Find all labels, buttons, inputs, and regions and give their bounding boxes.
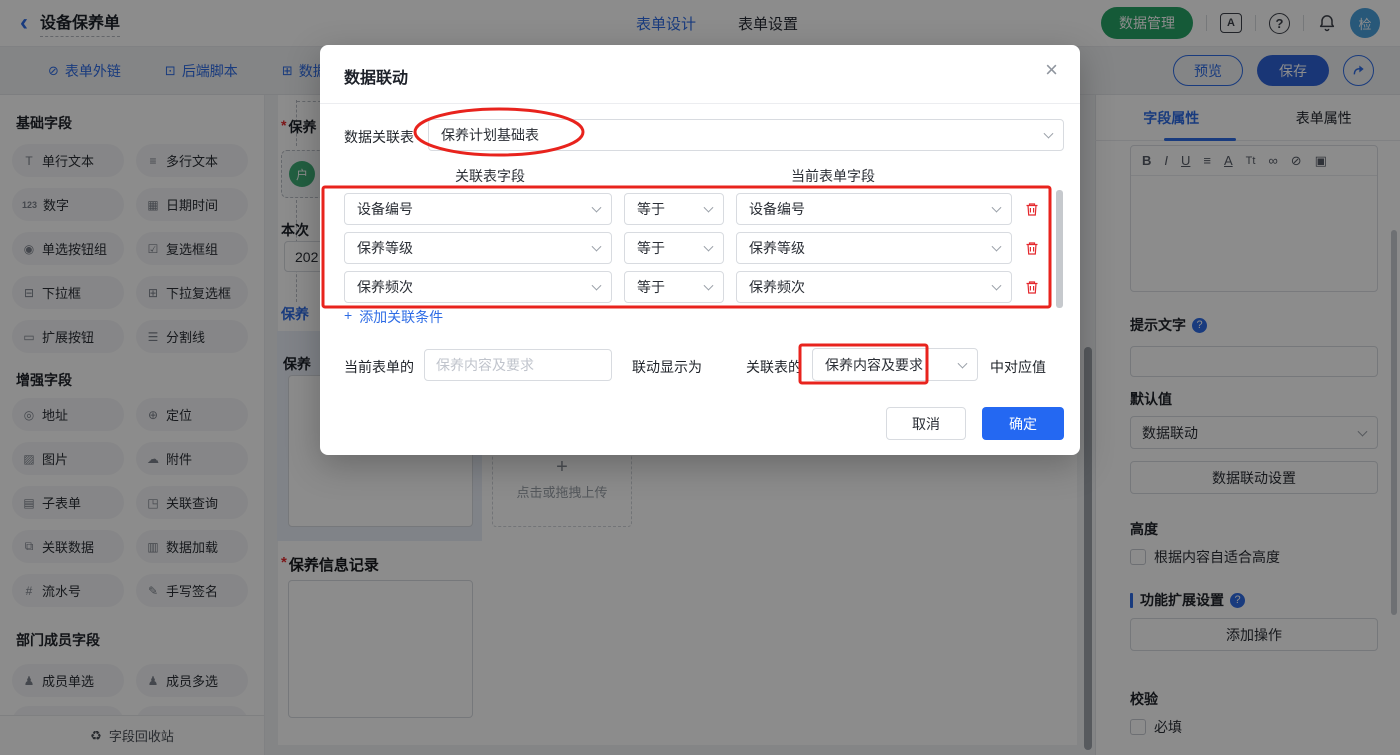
cancel-button[interactable]: 取消 — [886, 407, 966, 440]
chevron-down-icon — [704, 242, 714, 252]
chevron-down-icon — [592, 281, 602, 291]
relation-table-select[interactable]: 保养计划基础表 — [428, 119, 1064, 151]
chevron-down-icon — [958, 358, 968, 368]
confirm-button[interactable]: 确定 — [982, 407, 1064, 440]
column-header-right: 当前表单字段 — [791, 166, 875, 186]
chevron-down-icon — [1044, 129, 1054, 139]
condition-right-select[interactable]: 设备编号 — [736, 193, 1012, 225]
select-value: 保养等级 — [357, 238, 413, 258]
condition-left-select[interactable]: 设备编号 — [344, 193, 612, 225]
condition-op-select[interactable]: 等于 — [624, 193, 724, 225]
app-root: ‹ 设备保养单 表单设计 表单设置 数据管理 A ? 检 ⊘ 表单外链 ⊡ 后端… — [0, 0, 1400, 755]
select-value: 等于 — [637, 238, 665, 258]
condition-op-select[interactable]: 等于 — [624, 271, 724, 303]
linkage-display-label: 联动显示为 — [632, 357, 702, 377]
chevron-down-icon — [592, 242, 602, 252]
select-value: 设备编号 — [357, 199, 413, 219]
modal-title: 数据联动 — [344, 64, 408, 88]
corresponding-value-label: 中对应值 — [990, 357, 1046, 377]
condition-left-select[interactable]: 保养等级 — [344, 232, 612, 264]
current-field-input[interactable] — [424, 349, 612, 381]
close-icon[interactable]: × — [1045, 59, 1058, 81]
column-header-left: 关联表字段 — [455, 166, 525, 186]
data-linkage-modal: 数据联动 × 数据关联表 保养计划基础表 关联表字段 当前表单字段 设备编号 等… — [320, 45, 1080, 455]
chevron-down-icon — [992, 281, 1002, 291]
modal-scrollbar[interactable] — [1056, 190, 1063, 308]
condition-left-select[interactable]: 保养频次 — [344, 271, 612, 303]
chevron-down-icon — [592, 203, 602, 213]
chevron-down-icon — [704, 281, 714, 291]
chevron-down-icon — [992, 242, 1002, 252]
add-condition-label: 添加关联条件 — [359, 307, 443, 327]
select-value: 等于 — [637, 199, 665, 219]
condition-right-select[interactable]: 保养频次 — [736, 271, 1012, 303]
select-value: 保养等级 — [749, 238, 805, 258]
select-value: 设备编号 — [749, 199, 805, 219]
chevron-down-icon — [704, 203, 714, 213]
condition-right-select[interactable]: 保养等级 — [736, 232, 1012, 264]
current-form-label: 当前表单的 — [344, 357, 414, 377]
add-condition-link[interactable]: + 添加关联条件 — [344, 307, 443, 327]
select-value: 保养频次 — [357, 277, 413, 297]
modal-header-divider — [320, 103, 1080, 104]
linked-field-select[interactable]: 保养内容及要求 — [812, 348, 978, 381]
trash-icon[interactable] — [1024, 240, 1040, 256]
select-value: 保养频次 — [749, 277, 805, 297]
trash-icon[interactable] — [1024, 201, 1040, 217]
select-value: 保养内容及要求 — [825, 355, 923, 375]
select-value: 保养计划基础表 — [441, 125, 539, 145]
relation-table-of-label: 关联表的 — [746, 357, 802, 377]
select-value: 等于 — [637, 277, 665, 297]
trash-icon[interactable] — [1024, 279, 1040, 295]
chevron-down-icon — [992, 203, 1002, 213]
condition-op-select[interactable]: 等于 — [624, 232, 724, 264]
relation-table-label: 数据关联表 — [344, 127, 414, 147]
plus-icon: + — [344, 307, 352, 327]
